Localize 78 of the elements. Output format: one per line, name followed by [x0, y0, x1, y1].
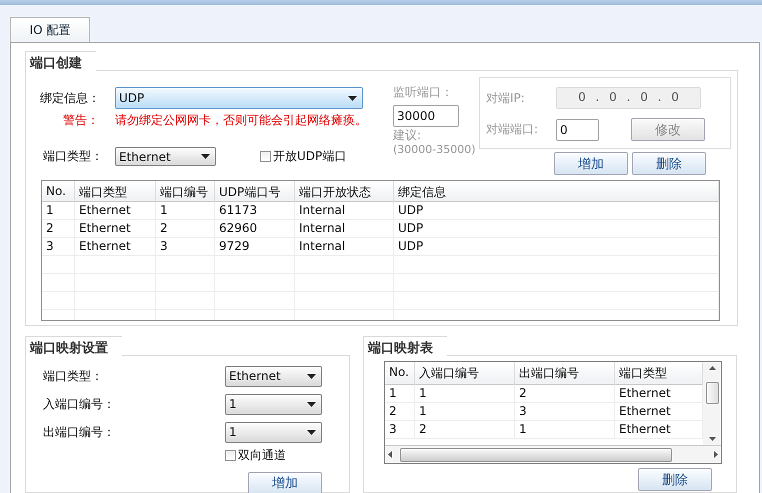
- group-title: 端口映射设置: [25, 336, 122, 356]
- table-cell: 2: [385, 403, 415, 420]
- warning-text: 请勿绑定公网网卡，否则可能会引起网络瘫痪。: [115, 112, 367, 129]
- add-button[interactable]: 增加: [248, 472, 322, 493]
- field-label: 对端端口:: [486, 121, 540, 138]
- group-title: 端口创建: [25, 51, 96, 71]
- column-header[interactable]: UDP端口号: [215, 181, 295, 204]
- field-label: 对端IP:: [486, 90, 526, 106]
- checkbox-label: 开放UDP端口: [273, 148, 346, 165]
- column-header[interactable]: No.: [385, 362, 415, 385]
- checkbox[interactable]: [260, 151, 271, 162]
- table-cell: 61173: [215, 202, 295, 219]
- scroll-left-icon[interactable]: [388, 451, 392, 458]
- scroll-thumb[interactable]: [400, 448, 672, 462]
- column-header[interactable]: 端口类型: [75, 181, 156, 204]
- column-header[interactable]: 绑定信息: [394, 181, 719, 204]
- table-cell: 1: [415, 385, 515, 402]
- table-cell: UDP: [394, 220, 719, 237]
- table-cell: 3: [42, 238, 75, 255]
- field-label: 端口类型：: [43, 368, 104, 384]
- field-label: 出端口编号：: [43, 424, 116, 440]
- dropdown[interactable]: Ethernet: [225, 366, 322, 386]
- group-title: 端口映射表: [363, 336, 447, 356]
- table-cell: 1: [515, 421, 615, 438]
- table-cell: Internal: [295, 238, 394, 255]
- table-cell: Ethernet: [75, 238, 156, 255]
- bind-dropdown[interactable]: UDP: [115, 87, 363, 109]
- table-cell: 2: [515, 385, 615, 402]
- delete-button[interactable]: 删除: [638, 468, 712, 491]
- vertical-scrollbar[interactable]: [703, 362, 721, 446]
- column-header[interactable]: 端口编号: [156, 181, 215, 204]
- checkbox[interactable]: [225, 450, 236, 460]
- table-cell: Ethernet: [75, 220, 156, 237]
- column-header[interactable]: 端口开放状态: [295, 181, 394, 204]
- tab[interactable]: IO 配置: [10, 17, 90, 42]
- caret-icon: [307, 374, 316, 378]
- table-cell: 9729: [215, 238, 295, 255]
- column-header[interactable]: No.: [42, 181, 75, 204]
- table-cell: 3: [515, 403, 615, 420]
- dropdown[interactable]: 1: [225, 394, 322, 414]
- caret-icon: [348, 96, 357, 100]
- table-cell: 2: [156, 220, 215, 237]
- horizontal-scrollbar[interactable]: [385, 445, 721, 463]
- scroll-thumb[interactable]: [706, 382, 718, 404]
- table-cell: 1: [156, 202, 215, 219]
- dropdown[interactable]: 1: [225, 422, 322, 442]
- column-header[interactable]: 出端口编号: [515, 362, 615, 385]
- table-cell: UDP: [394, 202, 719, 219]
- table-cell: Internal: [295, 202, 394, 219]
- hint-label: 建议:: [393, 128, 422, 142]
- table-cell: 2: [42, 220, 75, 237]
- checkbox-label: 双向通道: [238, 446, 286, 464]
- caret-icon: [201, 154, 210, 159]
- table-cell: 1: [415, 403, 515, 420]
- port-type-dropdown[interactable]: Ethernet: [115, 147, 216, 166]
- scroll-right-icon[interactable]: [714, 451, 718, 458]
- caret-icon: [307, 430, 316, 434]
- scroll-down-icon[interactable]: [708, 437, 716, 442]
- table-cell: 1: [42, 202, 75, 219]
- table-cell: 3: [156, 238, 215, 255]
- field-label: 监听端口：: [393, 84, 454, 101]
- column-header[interactable]: 入端口编号: [415, 362, 515, 385]
- table-cell: 3: [385, 421, 415, 438]
- table-cell: 1: [385, 385, 415, 402]
- caret-icon: [307, 402, 316, 406]
- delete-button[interactable]: 删除: [632, 152, 706, 175]
- table-cell: UDP: [394, 238, 719, 255]
- field-label: 绑定信息：: [40, 90, 101, 106]
- table-cell: 62960: [215, 220, 295, 237]
- scroll-up-icon[interactable]: [708, 366, 716, 370]
- table-cell: Ethernet: [75, 202, 156, 219]
- field-label: 端口类型：: [43, 148, 104, 165]
- hint-range: (30000-35000): [393, 142, 477, 158]
- field-label: 入端口编号：: [43, 396, 116, 412]
- table-cell: Internal: [295, 220, 394, 237]
- warning-label: 警告：: [63, 112, 100, 129]
- add-button[interactable]: 增加: [554, 152, 628, 175]
- table-cell: 2: [415, 421, 515, 438]
